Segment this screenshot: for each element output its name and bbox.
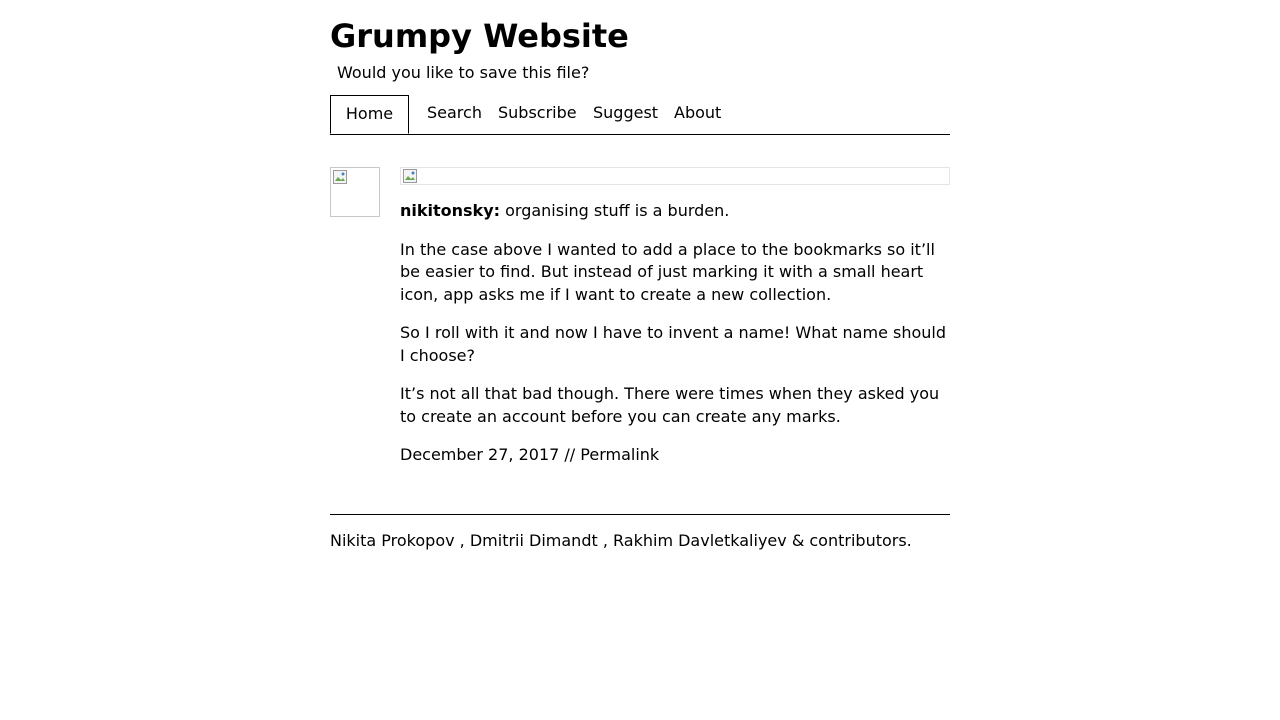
footer-divider (330, 514, 950, 515)
footer-author-link[interactable]: Rakhim Davletkaliyev (613, 531, 787, 550)
post-paragraph: In the case above I wanted to add a plac… (400, 239, 935, 304)
footer-separator: , (597, 531, 614, 550)
post-lead: nikitonsky: organising stuff is a burden… (400, 200, 950, 223)
main-nav: Home Search Subscribe Suggest About (330, 95, 950, 135)
footer-author-link[interactable]: Nikita Prokopov (330, 531, 455, 550)
site-subtitle: Would you like to save this file? (337, 63, 590, 82)
site-footer: Nikita Prokopov , Dmitrii Dimandt , Rakh… (330, 530, 912, 552)
permalink-link[interactable]: Permalink (580, 445, 659, 464)
nav-about[interactable]: About (674, 95, 721, 134)
nav-search[interactable]: Search (427, 95, 482, 134)
broken-image-icon (403, 169, 417, 183)
nav-home[interactable]: Home (330, 95, 409, 134)
footer-suffix: & contributors. (786, 531, 912, 550)
site-title[interactable]: Grumpy Website (330, 14, 629, 58)
broken-image-icon (333, 170, 347, 184)
post-meta: December 27, 2017 // Permalink (400, 444, 950, 467)
post-author: nikitonsky: (400, 201, 501, 220)
author-avatar (330, 167, 380, 217)
post-image (400, 167, 950, 185)
post-date: December 27, 2017 (400, 445, 560, 464)
post-paragraph: So I roll with it and now I have to inve… (400, 323, 947, 365)
post-meta-separator: // (559, 445, 581, 464)
nav-subscribe[interactable]: Subscribe (498, 95, 577, 134)
footer-separator: , (454, 531, 470, 550)
nav-suggest[interactable]: Suggest (593, 95, 658, 134)
footer-author-link[interactable]: Dmitrii Dimandt (470, 531, 598, 550)
post-body: nikitonsky: organising stuff is a burden… (400, 200, 950, 483)
post-paragraph: It’s not all that bad though. There were… (400, 384, 940, 426)
post-lead-text: organising stuff is a burden. (500, 201, 730, 220)
